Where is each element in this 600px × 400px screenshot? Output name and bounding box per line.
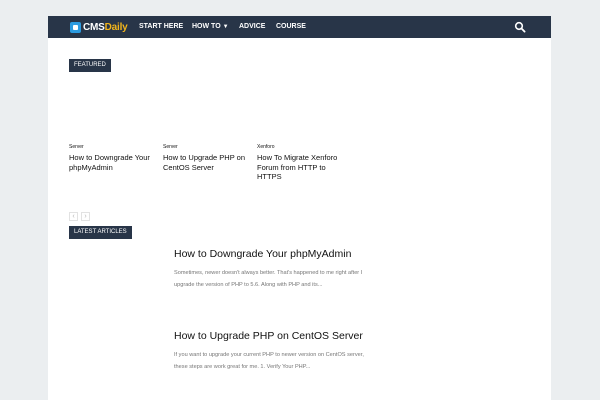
featured-card: Server How to Downgrade Your phpMyAdmin bbox=[69, 144, 159, 172]
nav-how-to-label: HOW TO bbox=[192, 23, 221, 30]
article-title[interactable]: How to Upgrade PHP on CentOS Server bbox=[174, 330, 374, 343]
card-title[interactable]: How to Downgrade Your phpMyAdmin bbox=[69, 153, 159, 172]
featured-card: Xenforo How To Migrate Xenforo Forum fro… bbox=[257, 144, 347, 182]
latest-articles-block-label: LATEST ARTICLES bbox=[69, 226, 132, 239]
article-excerpt: Sometimes, newer doesn't always better. … bbox=[174, 270, 363, 288]
nav-course[interactable]: COURSE bbox=[276, 16, 306, 38]
card-title[interactable]: How to Upgrade PHP on CentOS Server bbox=[163, 153, 253, 172]
nav-how-to[interactable]: HOW TO ▼ bbox=[192, 16, 229, 38]
card-title[interactable]: How To Migrate Xenforo Forum from HTTP t… bbox=[257, 153, 347, 182]
nav-advice[interactable]: ADVICE bbox=[239, 16, 265, 38]
logo-prefix: CMS bbox=[83, 21, 105, 33]
nav-start-here[interactable]: START HERE bbox=[139, 16, 183, 38]
top-navbar: CMSDaily START HERE HOW TO ▼ ADVICE COURS… bbox=[48, 16, 551, 38]
site-logo[interactable]: CMSDaily bbox=[70, 20, 128, 34]
chevron-down-icon: ▼ bbox=[222, 24, 229, 30]
card-category[interactable]: Xenforo bbox=[257, 144, 347, 150]
pager-prev-button[interactable]: ‹ bbox=[69, 212, 78, 221]
article-title[interactable]: How to Downgrade Your phpMyAdmin bbox=[174, 248, 374, 261]
article-excerpt: If you want to upgrade your current PHP … bbox=[174, 352, 364, 370]
article-item: How to Upgrade PHP on CentOS Server If y… bbox=[174, 330, 374, 373]
logo-mark-icon bbox=[70, 21, 81, 33]
pager-next-button[interactable]: › bbox=[81, 212, 90, 221]
card-category[interactable]: Server bbox=[69, 144, 159, 150]
logo-text: CMSDaily bbox=[83, 22, 128, 33]
logo-accent: Daily bbox=[104, 21, 128, 33]
featured-block-label: FEATURED bbox=[69, 59, 111, 72]
card-category[interactable]: Server bbox=[163, 144, 253, 150]
search-icon[interactable] bbox=[514, 21, 526, 33]
page-container: CMSDaily START HERE HOW TO ▼ ADVICE COURS… bbox=[48, 16, 551, 400]
featured-card: Server How to Upgrade PHP on CentOS Serv… bbox=[163, 144, 253, 172]
article-item: How to Downgrade Your phpMyAdmin Sometim… bbox=[174, 248, 374, 291]
